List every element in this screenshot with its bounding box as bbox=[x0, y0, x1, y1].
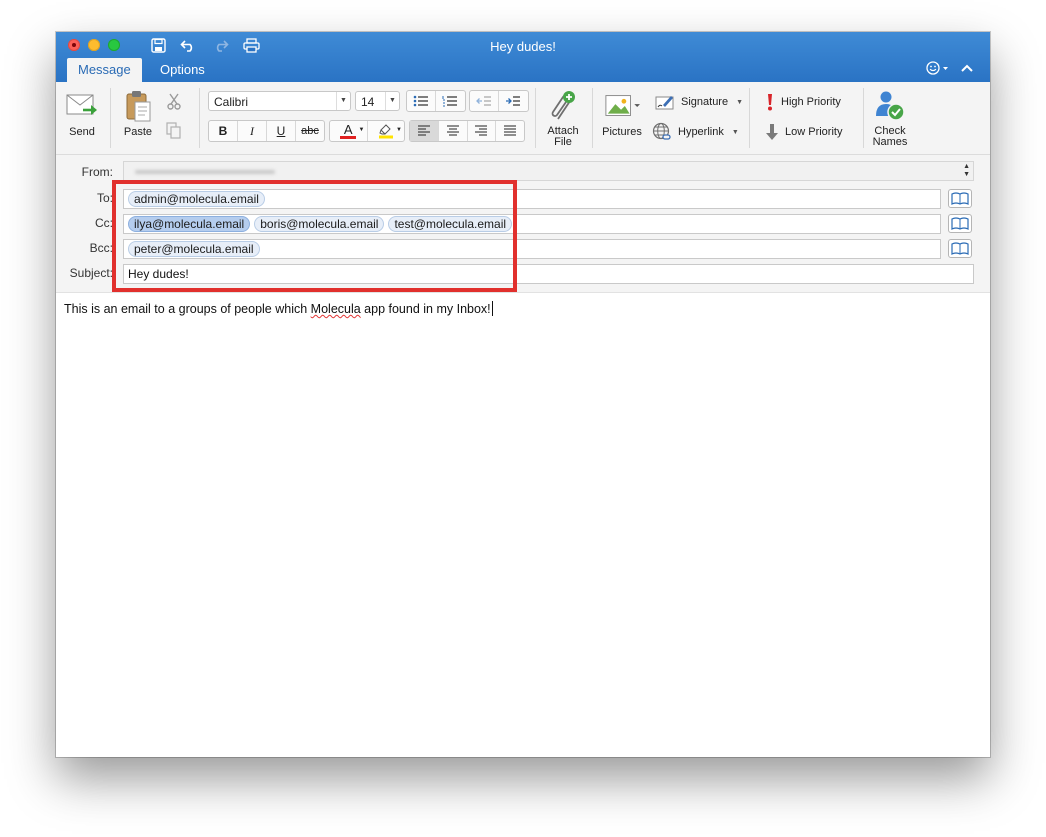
color-button-group: A ▼ ▼ bbox=[329, 120, 405, 142]
highlight-annotation-box bbox=[112, 180, 517, 292]
check-names-label-2: Names bbox=[872, 136, 908, 148]
check-names-button[interactable]: Check Names bbox=[866, 88, 914, 148]
low-priority-label: Low Priority bbox=[785, 126, 843, 138]
indent-button-group bbox=[469, 90, 529, 112]
bold-button[interactable]: B bbox=[209, 121, 238, 141]
misspelled-word: Molecula bbox=[310, 302, 361, 316]
ribbon-toolbar: Send Paste Calibri ▼ 14 ▼ B I U abc A ▼ … bbox=[56, 82, 990, 155]
address-book-icon[interactable] bbox=[948, 214, 972, 233]
compose-window: Hey dudes! Message Options Send Paste Ca… bbox=[56, 32, 990, 757]
attach-icon bbox=[545, 88, 581, 124]
hyperlink-button[interactable]: Hyperlink ▼ bbox=[652, 122, 739, 142]
font-size-combo[interactable]: 14 ▼ bbox=[355, 91, 400, 111]
cc-label: Cc: bbox=[95, 216, 113, 230]
numbering-icon[interactable] bbox=[436, 91, 464, 111]
pictures-label: Pictures bbox=[602, 126, 642, 138]
font-style-group: B I U abc bbox=[208, 120, 325, 142]
signature-icon bbox=[655, 96, 674, 110]
body-text-part: This is an email to a groups of people w… bbox=[64, 302, 311, 316]
align-center-icon[interactable] bbox=[439, 121, 468, 141]
hyperlink-label: Hyperlink bbox=[678, 126, 724, 138]
justify-icon[interactable] bbox=[496, 121, 524, 141]
high-priority-label: High Priority bbox=[781, 96, 841, 108]
align-left-icon[interactable] bbox=[410, 121, 439, 141]
highlight-icon[interactable]: ▼ bbox=[368, 121, 405, 141]
high-priority-icon bbox=[768, 94, 772, 111]
low-priority-button[interactable]: Low Priority bbox=[765, 122, 842, 142]
send-label: Send bbox=[69, 126, 95, 138]
align-right-icon[interactable] bbox=[468, 121, 497, 141]
font-color-button[interactable]: A ▼ bbox=[330, 121, 368, 141]
font-size-value: 14 bbox=[361, 95, 375, 109]
from-label: From: bbox=[81, 165, 113, 179]
tab-options[interactable]: Options bbox=[149, 58, 216, 82]
check-names-icon bbox=[872, 88, 908, 124]
address-book-icon[interactable] bbox=[948, 239, 972, 258]
low-priority-icon bbox=[766, 124, 778, 140]
alignment-group bbox=[409, 120, 525, 142]
hyperlink-icon bbox=[652, 122, 671, 140]
collapse-chevron-icon[interactable] bbox=[959, 61, 975, 77]
subject-label: Subject: bbox=[69, 266, 113, 280]
from-account-redacted bbox=[135, 170, 275, 174]
send-button[interactable]: Send bbox=[62, 88, 102, 138]
font-color-letter: A bbox=[343, 122, 353, 137]
italic-button[interactable]: I bbox=[238, 121, 267, 141]
list-button-group bbox=[406, 90, 466, 112]
decrease-indent-icon[interactable] bbox=[470, 91, 499, 111]
attach-label-2: File bbox=[554, 136, 572, 148]
body-text-part: app found in my Inbox! bbox=[360, 302, 491, 316]
bcc-label: Bcc: bbox=[89, 241, 113, 255]
attach-file-button[interactable]: Attach File bbox=[540, 88, 586, 148]
to-label: To: bbox=[96, 191, 113, 205]
copy-icon[interactable] bbox=[166, 122, 182, 145]
window-title: Hey dudes! bbox=[490, 39, 556, 54]
strikethrough-button[interactable]: abc bbox=[296, 121, 324, 141]
cut-icon[interactable] bbox=[166, 92, 182, 115]
tab-message[interactable]: Message bbox=[67, 58, 142, 82]
bullets-icon[interactable] bbox=[407, 91, 436, 111]
address-book-icon[interactable] bbox=[948, 189, 972, 208]
increase-indent-icon[interactable] bbox=[499, 91, 527, 111]
high-priority-button[interactable]: High Priority bbox=[765, 92, 841, 112]
pictures-icon bbox=[604, 88, 640, 124]
paste-label: Paste bbox=[123, 126, 153, 138]
from-account-select[interactable]: ▲ ▼ bbox=[123, 161, 974, 181]
paste-icon bbox=[120, 88, 156, 124]
font-name-combo[interactable]: Calibri ▼ bbox=[208, 91, 351, 111]
signature-label: Signature bbox=[681, 96, 729, 108]
signature-button[interactable]: Signature ▼ bbox=[655, 92, 743, 112]
send-icon bbox=[64, 88, 100, 124]
smiley-icon[interactable] bbox=[926, 61, 952, 78]
message-body[interactable]: This is an email to a groups of people w… bbox=[64, 301, 493, 316]
title-bar: Hey dudes! Message Options bbox=[56, 32, 990, 82]
paste-button[interactable]: Paste bbox=[118, 88, 158, 138]
from-select-arrows-icon: ▲ ▼ bbox=[963, 163, 970, 178]
font-name-value: Calibri bbox=[214, 95, 249, 109]
text-caret bbox=[491, 301, 493, 316]
pictures-button[interactable]: Pictures bbox=[599, 88, 645, 138]
underline-button[interactable]: U bbox=[267, 121, 296, 141]
